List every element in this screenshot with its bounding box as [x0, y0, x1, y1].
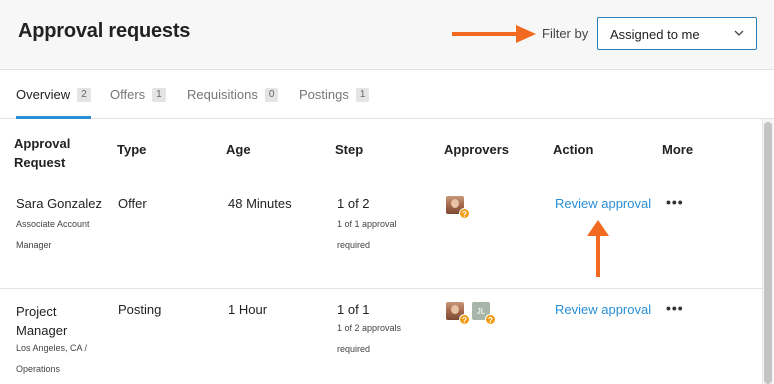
annotation-arrow-up — [587, 220, 609, 277]
request-subtitle: Associate Account Manager — [16, 219, 90, 250]
tab-count-badge: 2 — [77, 87, 91, 102]
request-type: Offer — [118, 196, 147, 211]
request-step-detail: 1 of 2 approvals required — [337, 323, 402, 354]
request-subtitle: Los Angeles, CA / Operations — [16, 343, 88, 374]
column-header-age: Age — [226, 142, 251, 157]
request-name: Sara Gonzalez — [16, 196, 102, 211]
tab-postings[interactable]: Postings 1 — [299, 70, 370, 119]
request-type: Posting — [118, 302, 162, 317]
tab-requisitions[interactable]: Requisitions 0 — [187, 70, 279, 119]
tab-count-badge: 1 — [355, 87, 370, 102]
request-step: 1 of 1 — [337, 302, 370, 317]
filter-selected-value: Assigned to me — [610, 27, 700, 42]
request-step-detail: 1 of 1 approval required — [337, 219, 397, 250]
request-age: 48 Minutes — [228, 196, 292, 211]
tab-label: Overview — [16, 87, 71, 102]
filter-dropdown[interactable]: Assigned to me — [597, 17, 757, 50]
review-approval-link[interactable]: Review approval — [555, 302, 651, 317]
request-step: 1 of 2 — [337, 196, 370, 211]
column-header-approvers: Approvers — [444, 142, 510, 157]
chevron-down-icon — [734, 30, 744, 36]
tab-count-badge: 0 — [264, 87, 279, 102]
ellipsis-icon[interactable]: ••• — [666, 300, 684, 316]
question-icon: ? — [459, 314, 470, 325]
ellipsis-icon[interactable]: ••• — [666, 194, 684, 210]
column-header-step: Step — [335, 142, 364, 157]
annotation-arrow-right — [452, 25, 536, 43]
review-approval-link[interactable]: Review approval — [555, 196, 651, 211]
question-icon: ? — [459, 208, 470, 219]
tab-label: Offers — [110, 87, 146, 102]
approver-initials: JL — [476, 306, 486, 316]
scrollbar-thumb[interactable] — [764, 122, 772, 384]
column-header-more: More — [662, 142, 694, 157]
tab-count-badge: 1 — [152, 87, 166, 102]
column-header-action: Action — [553, 142, 594, 157]
tab-label: Postings — [299, 87, 349, 102]
row-divider — [0, 288, 762, 289]
request-age: 1 Hour — [228, 302, 268, 317]
column-header-approval-request: Approval Request — [14, 136, 71, 170]
tab-offers[interactable]: Offers 1 — [110, 70, 166, 119]
tab-overview[interactable]: Overview 2 — [16, 70, 91, 119]
request-name: Project Manager — [16, 304, 68, 338]
page-title: Approval requests — [18, 20, 191, 42]
question-icon: ? — [485, 314, 496, 325]
column-header-type: Type — [117, 142, 147, 157]
tab-label: Requisitions — [187, 87, 258, 102]
filter-label: Filter by — [542, 26, 589, 41]
page-header: Approval requests Filter by Assigned to … — [0, 0, 774, 70]
tab-bar: Overview 2 Offers 1 Requisitions 0 Posti… — [0, 70, 774, 119]
